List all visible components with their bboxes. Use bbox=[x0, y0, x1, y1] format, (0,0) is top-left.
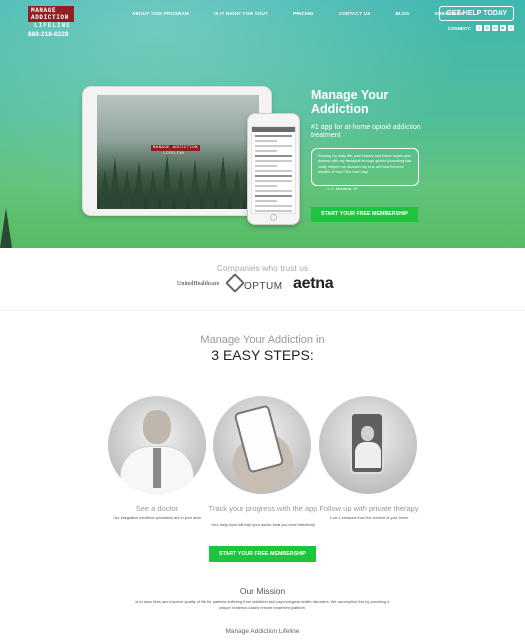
testimonial-box: Sharing my daily life, past history and … bbox=[311, 148, 419, 186]
step-2-desc: Your daily input will help your doctor t… bbox=[211, 523, 315, 527]
connect-label: CONNECT: bbox=[447, 25, 471, 31]
get-help-button[interactable]: GET HELP TODAY bbox=[439, 6, 514, 21]
phone-home-button bbox=[270, 214, 277, 221]
steps-membership-button[interactable]: START YOUR FREE MEMBERSHIP bbox=[209, 546, 316, 562]
aetna-logo: aetna bbox=[293, 275, 334, 292]
nav-about[interactable]: ABOUT THIS PROGRAM bbox=[132, 11, 189, 16]
twitter-icon[interactable]: t bbox=[508, 25, 514, 31]
footer-brand-name: Manage Addiction Lifeline bbox=[225, 628, 300, 635]
therapy-video-image bbox=[319, 396, 417, 494]
nav-contact[interactable]: CONTACT US bbox=[339, 11, 371, 16]
hero-membership-button[interactable]: START YOUR FREE MEMBERSHIP bbox=[311, 207, 418, 222]
hero-subtitle: #1 app for at-home opioid addiction trea… bbox=[311, 124, 421, 139]
phone-number[interactable]: 888-218-8228 bbox=[28, 31, 74, 38]
logo-text: MANAGE ADDICTION bbox=[28, 6, 74, 22]
companies-title: Companies who trust us bbox=[216, 263, 309, 273]
steps-title: 3 EASY STEPS: bbox=[211, 347, 314, 363]
phone-mockup bbox=[247, 113, 300, 225]
app-tracking-image bbox=[213, 396, 311, 494]
tablet-logo: MANAGE ADDICTION bbox=[151, 145, 200, 151]
optum-logo: OPTUM bbox=[244, 281, 283, 292]
step-3-title: Follow up with private therapy bbox=[319, 504, 419, 513]
mission-title: Our Mission bbox=[239, 586, 286, 596]
nav-blog[interactable]: BLOG bbox=[395, 11, 409, 16]
tablet-screen-forest: MANAGE ADDICTION LIFELINE bbox=[97, 95, 259, 209]
step-1-desc: Our integrative medicine specialists are… bbox=[113, 516, 201, 520]
nav-pricing[interactable]: PRICING bbox=[293, 11, 314, 16]
steps-pretitle: Manage Your Addiction in bbox=[200, 334, 325, 346]
step-3-desc: 1-on-1 sessions from the comfort of your… bbox=[329, 516, 409, 520]
tablet-logo-sub: LIFELINE bbox=[163, 152, 186, 156]
social-connect: CONNECT: f ◎ in ▶ t bbox=[448, 25, 514, 31]
main-nav: ABOUT THIS PROGRAM IS IT RIGHT FOR YOU? … bbox=[132, 11, 488, 16]
hero-title: Manage Your Addiction bbox=[311, 88, 389, 116]
companies-section bbox=[0, 248, 525, 311]
facebook-icon[interactable]: f bbox=[476, 25, 482, 31]
doctor-image bbox=[108, 396, 206, 494]
youtube-icon[interactable]: ▶ bbox=[500, 25, 506, 31]
site-logo[interactable]: MANAGE ADDICTION LIFELINE 888-218-8228 bbox=[28, 6, 74, 38]
nav-is-it-right[interactable]: IS IT RIGHT FOR YOU? bbox=[214, 11, 268, 16]
testimonial-text: Sharing my daily life, past history and … bbox=[318, 154, 412, 174]
logo-subtext: LIFELINE bbox=[34, 22, 71, 29]
linkedin-icon[interactable]: in bbox=[492, 25, 498, 31]
tablet-mockup: MANAGE ADDICTION LIFELINE bbox=[82, 86, 272, 216]
unitedhealthcare-logo: UnitedHealthcare bbox=[177, 281, 220, 287]
testimonial-author: - L.C. Manteca, N* bbox=[325, 186, 358, 191]
mission-text: is to save lives and improve quality of … bbox=[135, 599, 390, 610]
phone-screen bbox=[251, 126, 296, 214]
instagram-icon[interactable]: ◎ bbox=[484, 25, 490, 31]
